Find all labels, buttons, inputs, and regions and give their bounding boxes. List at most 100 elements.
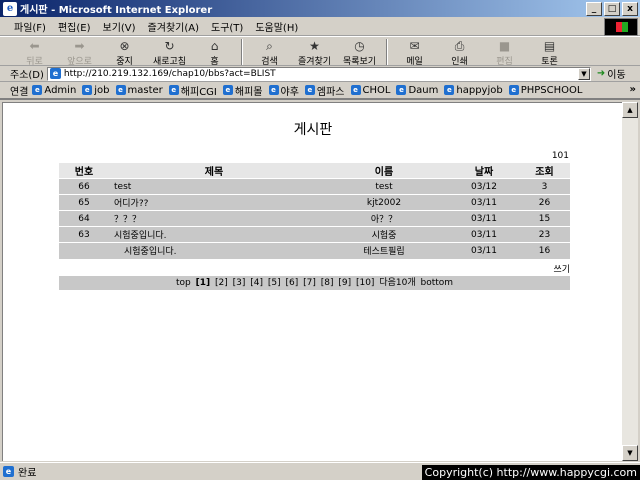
back-arrow-icon: ⬅ [29, 39, 40, 53]
links-more-button[interactable]: » [630, 84, 636, 95]
address-dropdown-button[interactable]: ▼ [577, 67, 590, 80]
stop-icon: ⊗ [119, 39, 130, 53]
post-date: 03/11 [449, 242, 519, 259]
page-title: 게시판 [293, 122, 333, 138]
link-label: CHOL [362, 84, 391, 96]
menu-edit[interactable]: 편집(E) [52, 19, 97, 34]
minimize-button[interactable]: _ [586, 2, 602, 16]
link-label: Daum [408, 84, 439, 96]
discuss-button[interactable]: ▤ 토론 [527, 37, 572, 67]
link-happyjob[interactable]: e happyjob [444, 85, 503, 96]
page-icon: e [396, 85, 407, 95]
pager-page-8[interactable]: [8] [321, 278, 334, 288]
link-master[interactable]: e master [115, 85, 163, 96]
pager-page-4[interactable]: [4] [250, 278, 263, 288]
toolbar-separator [386, 39, 388, 65]
printer-icon: ⎙ [454, 39, 465, 53]
link-daum[interactable]: e Daum [396, 85, 438, 96]
post-number [59, 242, 109, 259]
link-label: 해피몰 [234, 86, 263, 98]
post-number: 65 [59, 194, 109, 211]
forward-button[interactable]: ➡ 앞으로 [57, 37, 102, 67]
scroll-up-button[interactable]: ▲ [622, 102, 638, 118]
pager-page-2[interactable]: [2] [215, 278, 228, 288]
home-button[interactable]: ⌂ 홈 [192, 37, 237, 67]
page-icon: e [3, 466, 14, 477]
post-title-link[interactable]: 시험중입니다. [109, 226, 319, 243]
link-label: 엠파스 [316, 86, 345, 98]
favorites-icon: ★ [309, 39, 320, 53]
status-text: 완료 [18, 468, 37, 479]
mail-button[interactable]: ✉ 메일 [392, 37, 437, 67]
column-header-views: 조회 [519, 163, 570, 179]
post-author[interactable]: test [319, 178, 449, 195]
title-bar: e 게시판 - Microsoft Internet Explorer _ □ … [0, 0, 640, 17]
page-icon: e [168, 85, 179, 95]
post-author[interactable]: kjt2002 [319, 194, 449, 211]
post-title-link[interactable]: test [109, 178, 319, 195]
print-button[interactable]: ⎙ 인쇄 [437, 37, 482, 67]
pager-page-9[interactable]: [9] [338, 278, 351, 288]
discuss-icon: ▤ [543, 39, 556, 53]
edit-button[interactable]: ■ 편집 [482, 37, 527, 67]
scroll-down-button[interactable]: ▼ [622, 445, 638, 461]
link-chol[interactable]: e CHOL [350, 84, 391, 96]
pager-page-3[interactable]: [3] [233, 278, 246, 288]
link-empas[interactable]: e 엠파스 [304, 83, 345, 98]
window-controls: _ □ x [584, 2, 638, 16]
vertical-scrollbar[interactable]: ▲ ▼ [622, 102, 638, 461]
reply-title: 시험중입니다. [124, 247, 177, 258]
pager-next-link[interactable]: 다음10개 [379, 278, 415, 288]
maximize-button[interactable]: □ [604, 2, 620, 16]
page-icon: e [222, 85, 233, 95]
post-author[interactable]: 테스트필립 [319, 242, 449, 259]
post-date: 03/11 [449, 210, 519, 227]
copyright-watermark: Copyright(c) http://www.happycgi.com [421, 465, 640, 480]
back-button[interactable]: ⬅ 뒤로 [12, 37, 57, 67]
link-yahoo[interactable]: e 야후 [268, 83, 299, 98]
link-happymall[interactable]: e 해피몰 [222, 83, 263, 98]
pager-top-link[interactable]: top [176, 278, 191, 288]
post-number: 66 [59, 178, 109, 195]
menu-view[interactable]: 보기(V) [97, 19, 142, 34]
address-url: http://210.219.132.169/chap10/bbs?act=BL… [63, 68, 276, 79]
address-input[interactable]: e http://210.219.132.169/chap10/bbs?act=… [46, 66, 591, 81]
post-title-link[interactable]: 시험중입니다. [109, 242, 319, 259]
search-button[interactable]: ⌕ 검색 [247, 37, 292, 67]
menu-tools[interactable]: 도구(T) [205, 19, 249, 34]
menu-help[interactable]: 도움말(H) [249, 19, 304, 34]
pager-page-7[interactable]: [7] [303, 278, 316, 288]
address-bar: 주소(D) e http://210.219.132.169/chap10/bb… [0, 66, 640, 82]
pager-bottom-link[interactable]: bottom [420, 278, 453, 288]
pager-page-10[interactable]: [10] [356, 278, 374, 288]
post-views: 23 [519, 226, 570, 243]
pager-page-6[interactable]: [6] [285, 278, 298, 288]
home-icon: ⌂ [210, 39, 219, 53]
column-header-number: 번호 [59, 163, 109, 179]
stop-button[interactable]: ⊗ 중지 [102, 37, 147, 67]
refresh-button[interactable]: ↻ 새로고침 [147, 37, 192, 67]
page-viewport: 게시판 101 번호 제목 이름 날짜 조회 66 test test 03/1… [2, 102, 622, 461]
menu-file[interactable]: 파일(F) [8, 19, 52, 34]
go-button[interactable]: ➜ 이동 [597, 66, 626, 81]
page-icon: e [115, 85, 126, 95]
post-title-link[interactable]: ？？？ [109, 210, 319, 227]
favorites-button[interactable]: ★ 즐겨찾기 [292, 37, 337, 67]
write-link[interactable]: 쓰기 [543, 262, 570, 275]
post-author[interactable]: 아？？ [319, 210, 449, 227]
menu-favorites[interactable]: 즐겨찾기(A) [142, 19, 205, 34]
link-admin[interactable]: e Admin [32, 85, 76, 96]
post-title-link[interactable]: 어디가?? [109, 194, 319, 211]
close-button[interactable]: x [622, 2, 638, 16]
windows-logo-icon [604, 18, 638, 36]
page-icon: e [508, 85, 519, 95]
link-job[interactable]: e job [82, 85, 110, 96]
go-label: 이동 [607, 70, 626, 81]
history-button[interactable]: ◷ 목록보기 [337, 37, 382, 67]
pager-page-5[interactable]: [5] [268, 278, 281, 288]
link-happycgi[interactable]: e 해피CGI [168, 83, 217, 98]
post-author[interactable]: 시험중 [319, 226, 449, 243]
link-phpschool[interactable]: e PHPSCHOOL [508, 85, 582, 96]
column-header-title: 제목 [109, 163, 319, 179]
column-header-date: 날짜 [449, 163, 519, 179]
